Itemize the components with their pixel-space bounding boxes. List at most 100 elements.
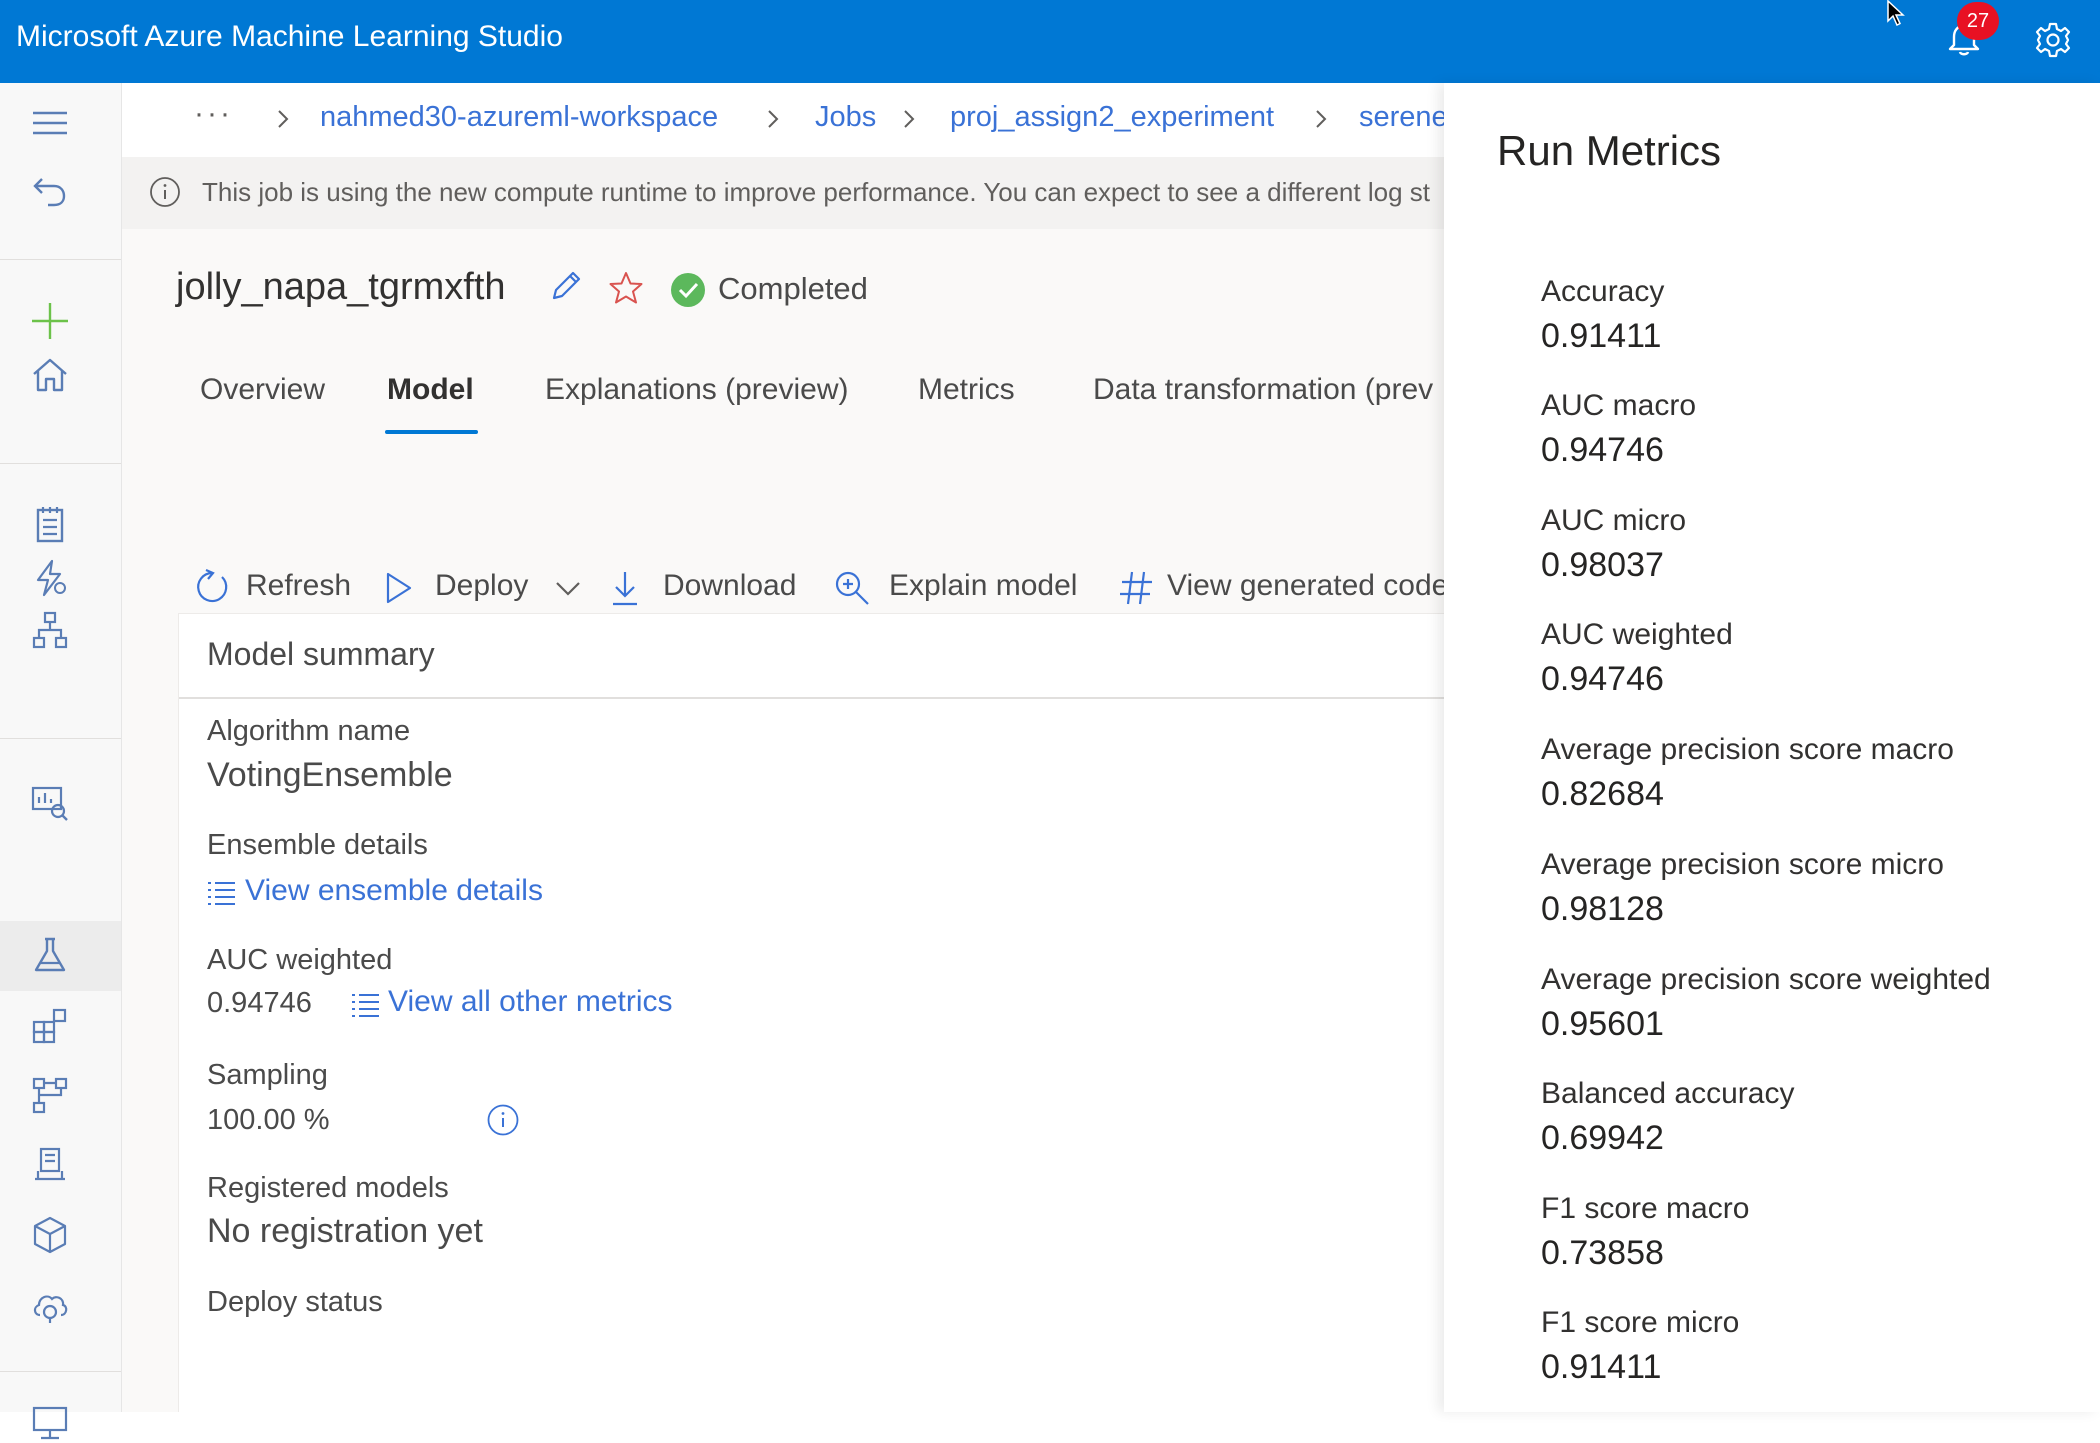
metric-label: Average precision score weighted [1541, 963, 1991, 996]
view-all-metrics-link[interactable]: View all other metrics [388, 985, 673, 1019]
metric-label: AUC macro [1541, 389, 1697, 422]
tab-model[interactable]: Model [387, 373, 474, 407]
models-cube-icon[interactable] [30, 1215, 70, 1255]
endpoints-cloud-icon[interactable] [30, 1285, 70, 1325]
metric-label: F1 score micro [1541, 1306, 1740, 1339]
metric-value: 0.69942 [1541, 1119, 1664, 1157]
view-ensemble-details-link[interactable]: View ensemble details [245, 874, 543, 908]
metric-label: Average precision score micro [1541, 848, 1944, 881]
sampling-label: Sampling [207, 1059, 328, 1091]
plus-new-icon[interactable] [30, 301, 70, 341]
deploy-status-label: Deploy status [207, 1286, 383, 1318]
refresh-icon[interactable] [192, 568, 232, 608]
components-icon[interactable] [30, 1005, 70, 1045]
chevron-right-icon [1316, 110, 1327, 128]
home-icon[interactable] [30, 355, 70, 395]
algorithm-value: VotingEnsemble [207, 756, 453, 794]
metric-label: Accuracy [1541, 275, 1665, 308]
breadcrumb: ··· nahmed30-azureml-workspace Jobs proj… [122, 83, 1444, 157]
chevron-down-icon[interactable] [548, 568, 588, 608]
run-metrics-panel: Run Metrics Accuracy 0.91411 AUC macro 0… [1444, 83, 2100, 1412]
environments-icon[interactable] [30, 1145, 70, 1185]
breadcrumb-experiment[interactable]: proj_assign2_experiment [950, 101, 1274, 134]
app-title[interactable]: Microsoft Azure Machine Learning Studio [16, 20, 563, 54]
metric-label: AUC weighted [1541, 618, 1733, 651]
tab-explanations[interactable]: Explanations (preview) [545, 373, 848, 407]
metric-value: 0.94746 [1541, 660, 1664, 698]
info-message-bar: This job is using the new compute runtim… [122, 157, 1444, 229]
download-button[interactable]: Download [663, 569, 796, 603]
metric-label: AUC micro [1541, 504, 1687, 537]
explain-zoom-icon[interactable] [832, 568, 872, 608]
hamburger-menu-icon[interactable] [30, 103, 70, 143]
auc-weighted-value: 0.94746 [207, 987, 312, 1019]
model-summary-title: Model summary [207, 636, 435, 672]
metric-value: 0.91411 [1541, 1348, 1662, 1386]
edit-pencil-icon[interactable] [548, 268, 584, 304]
tab-data-transformation[interactable]: Data transformation (prev [1093, 373, 1433, 407]
top-bar: Microsoft Azure Machine Learning Studio … [0, 0, 2100, 83]
breadcrumb-jobs[interactable]: Jobs [815, 101, 876, 134]
experiment-flask-icon[interactable] [30, 935, 70, 975]
info-icon[interactable] [486, 1103, 520, 1137]
chevron-right-icon [278, 110, 289, 128]
data-monitor-icon[interactable] [30, 783, 70, 823]
mouse-cursor-icon [1887, 0, 1905, 26]
favorite-star-icon[interactable] [608, 270, 644, 306]
rail-divider [0, 1371, 121, 1372]
run-metrics-title: Run Metrics [1497, 127, 1722, 174]
chevron-right-icon [768, 110, 779, 128]
metric-value: 0.98037 [1541, 546, 1664, 584]
job-title: jolly_napa_tgrmxfth [176, 266, 506, 308]
metric-label: F1 score macro [1541, 1192, 1750, 1225]
breadcrumb-run[interactable]: serene [1359, 101, 1444, 134]
view-generated-code-button[interactable]: View generated code [1167, 569, 1444, 603]
play-deploy-icon[interactable] [378, 568, 418, 608]
registered-models-value: No registration yet [207, 1212, 483, 1250]
completed-check-icon [671, 273, 705, 307]
breadcrumb-workspace[interactable]: nahmed30-azureml-workspace [320, 101, 718, 134]
download-icon[interactable] [605, 568, 645, 608]
list-icon [208, 882, 235, 905]
automated-ml-icon[interactable] [30, 558, 70, 598]
tab-overview[interactable]: Overview [200, 373, 325, 407]
metric-value: 0.94746 [1541, 431, 1664, 469]
gear-icon[interactable] [2033, 20, 2073, 60]
back-arrow-icon[interactable] [30, 171, 70, 211]
breadcrumb-more-button[interactable]: ··· [194, 97, 233, 131]
tab-metrics[interactable]: Metrics [918, 373, 1015, 407]
explain-model-button[interactable]: Explain model [889, 569, 1077, 603]
metric-value: 0.73858 [1541, 1234, 1664, 1272]
metric-value: 0.91411 [1541, 317, 1662, 355]
job-status: Completed [718, 271, 868, 306]
metric-value: 0.95601 [1541, 1005, 1664, 1043]
main-content: ··· nahmed30-azureml-workspace Jobs proj… [122, 83, 1444, 1412]
refresh-button[interactable]: Refresh [246, 569, 351, 603]
rail-divider [0, 259, 121, 260]
rail-divider [0, 463, 121, 464]
ensemble-label: Ensemble details [207, 829, 428, 861]
compute-icon[interactable] [30, 1403, 70, 1443]
notebook-icon[interactable] [30, 505, 70, 545]
card-header: Model summary [179, 614, 1444, 699]
hash-code-icon[interactable] [1116, 568, 1156, 608]
list-icon [352, 994, 379, 1017]
metric-label: Average precision score macro [1541, 733, 1954, 766]
designer-pipeline-icon[interactable] [30, 610, 70, 650]
info-icon [150, 177, 180, 207]
left-nav-rail [0, 83, 122, 1440]
pipelines-icon[interactable] [30, 1075, 70, 1115]
metric-label: Balanced accuracy [1541, 1077, 1795, 1110]
metric-value: 0.82684 [1541, 775, 1664, 813]
auc-weighted-label: AUC weighted [207, 944, 393, 976]
metric-value: 0.98128 [1541, 890, 1664, 928]
registered-models-label: Registered models [207, 1172, 449, 1204]
deploy-button[interactable]: Deploy [435, 569, 528, 603]
model-summary-card: Model summary Algorithm name VotingEnsem… [178, 613, 1444, 1412]
sampling-value: 100.00 % [207, 1104, 330, 1136]
rail-divider [0, 738, 121, 739]
active-tab-indicator [385, 430, 478, 434]
notification-badge[interactable]: 27 [1957, 2, 1999, 40]
chevron-right-icon [904, 110, 915, 128]
info-message-text: This job is using the new compute runtim… [202, 177, 1430, 207]
